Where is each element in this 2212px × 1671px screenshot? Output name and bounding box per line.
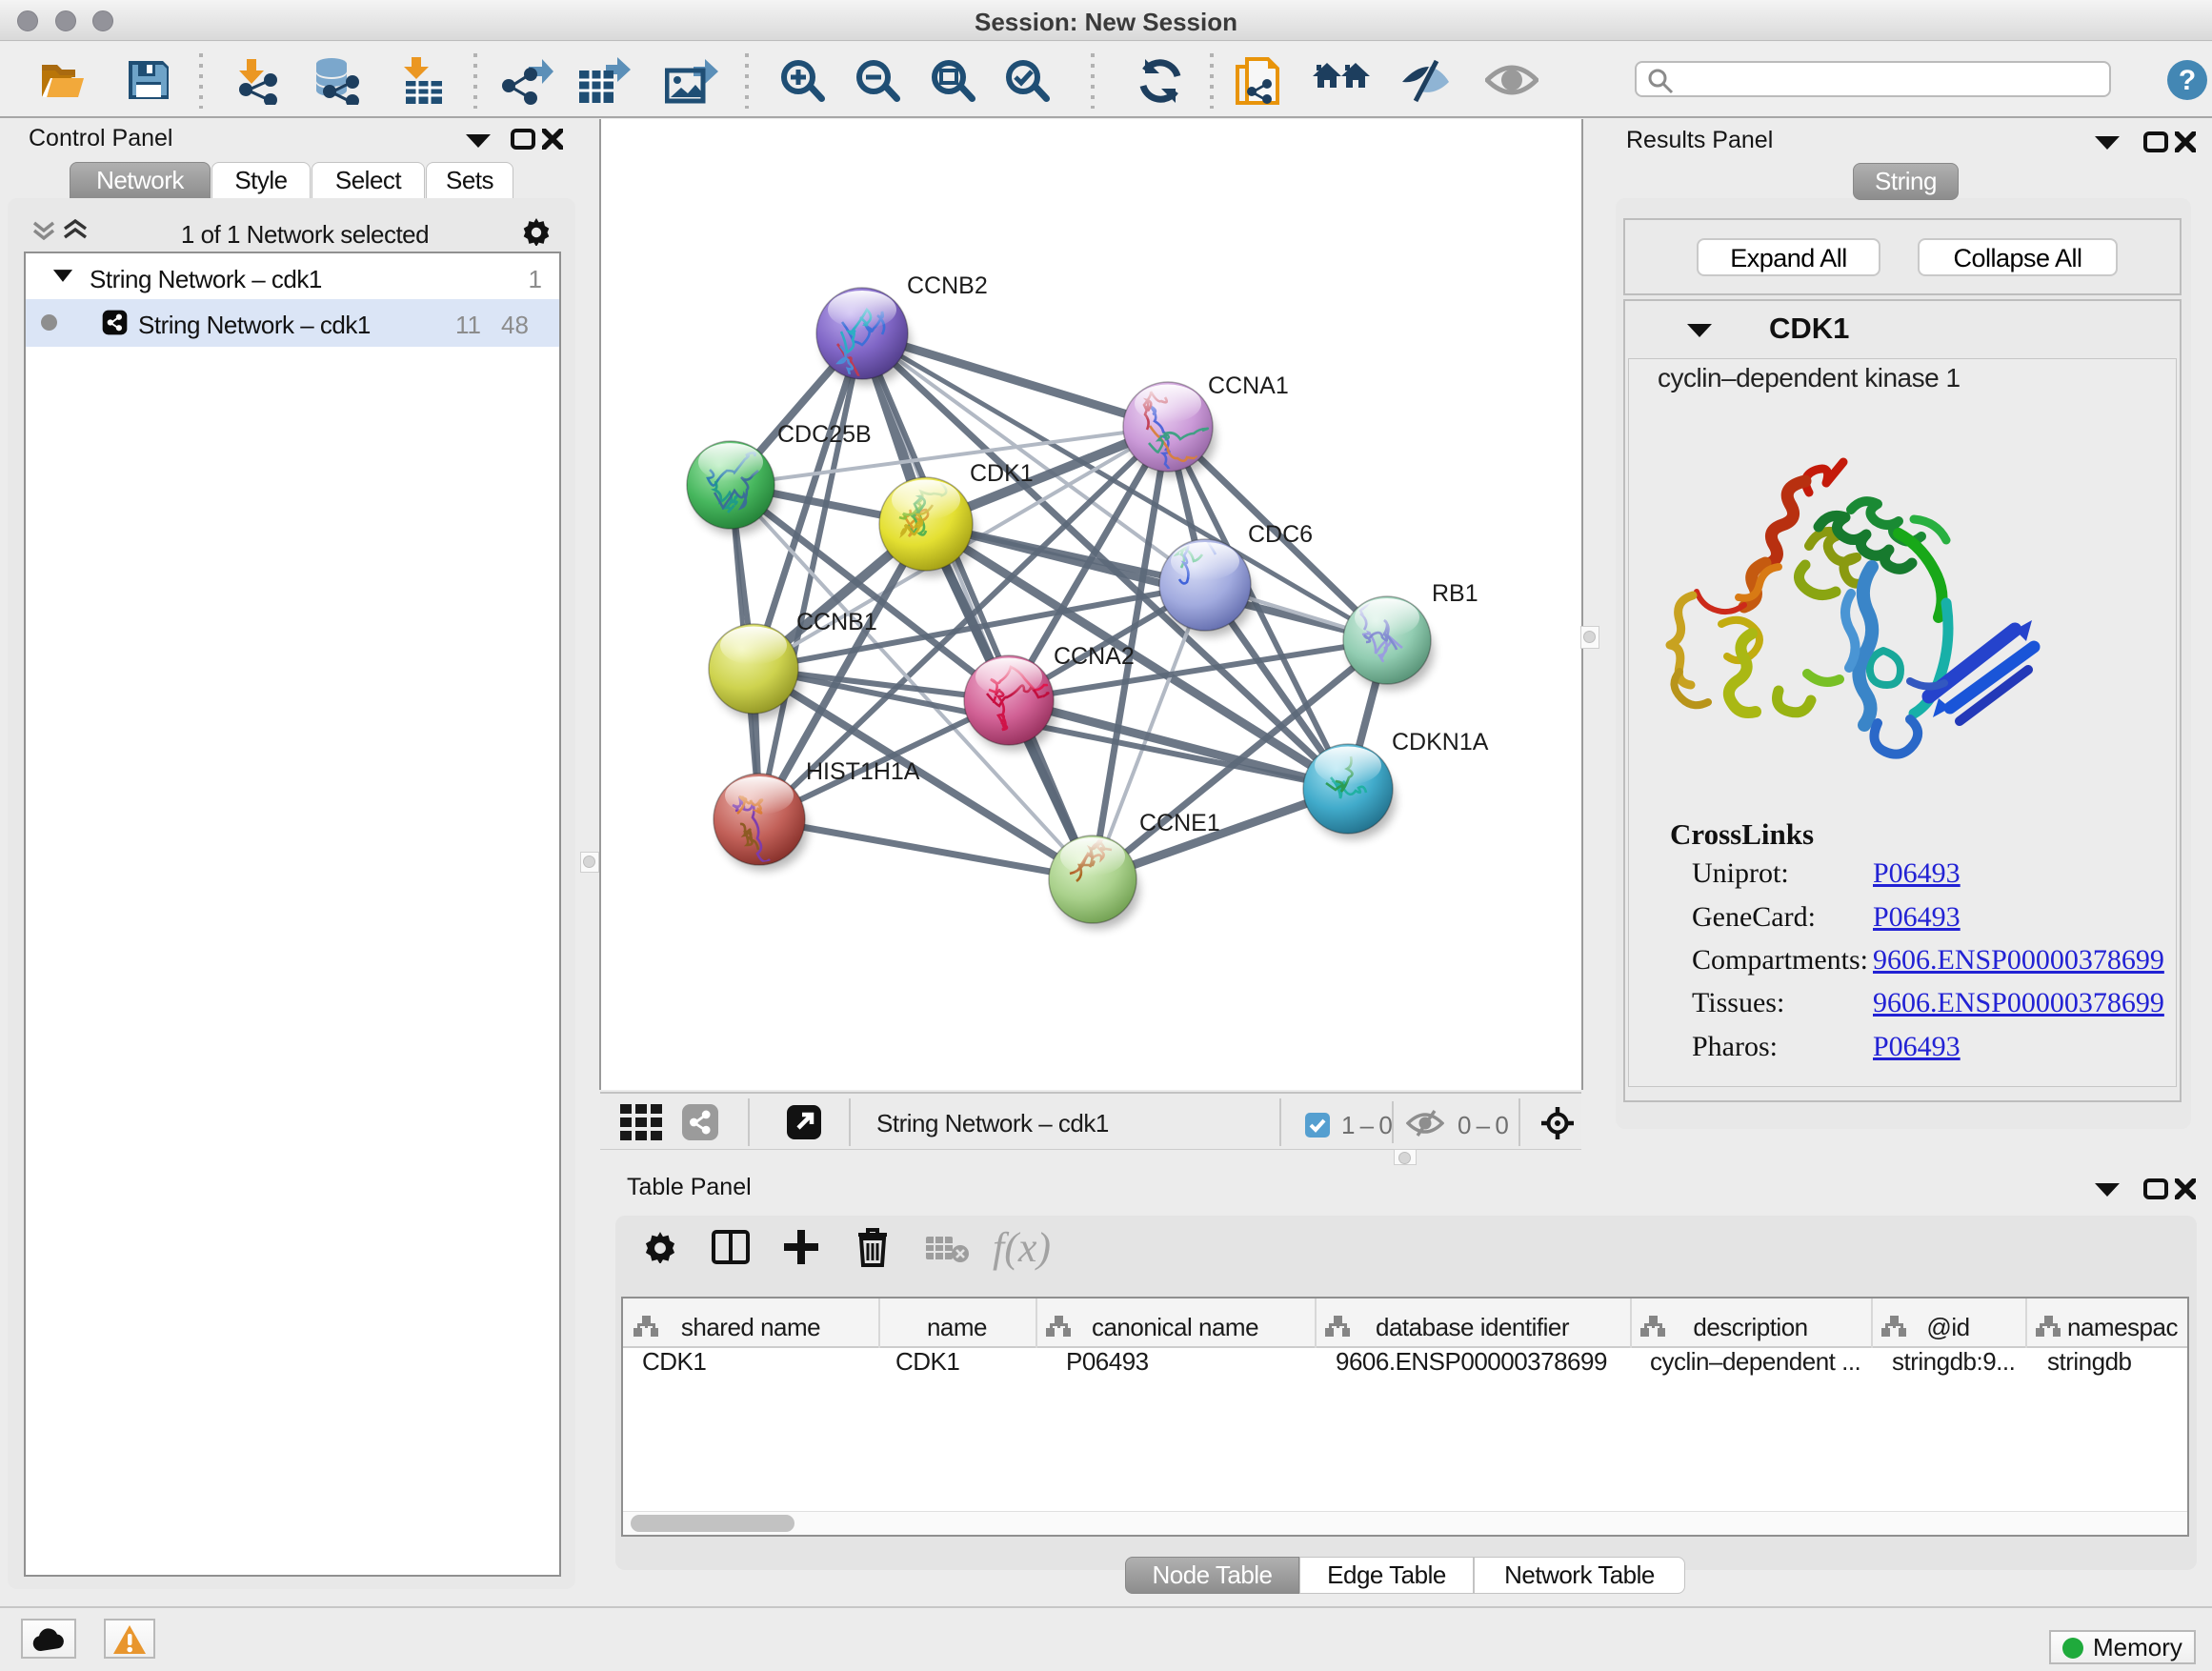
svg-text:CCNA1: CCNA1 [1208,372,1289,399]
svg-text:CDKN1A: CDKN1A [1392,729,1489,755]
svg-text:CCNB1: CCNB1 [796,609,877,635]
svg-text:CCNA2: CCNA2 [1054,643,1135,670]
svg-text:CCNE1: CCNE1 [1139,810,1220,836]
svg-text:RB1: RB1 [1432,580,1478,607]
svg-text:CDC25B: CDC25B [777,421,872,448]
svg-text:?: ? [2179,65,2196,96]
svg-text:HIST1H1A: HIST1H1A [806,758,920,785]
svg-text:CCNB2: CCNB2 [907,272,988,299]
svg-text:CDK1: CDK1 [970,460,1034,487]
svg-text:CDC6: CDC6 [1248,521,1313,548]
